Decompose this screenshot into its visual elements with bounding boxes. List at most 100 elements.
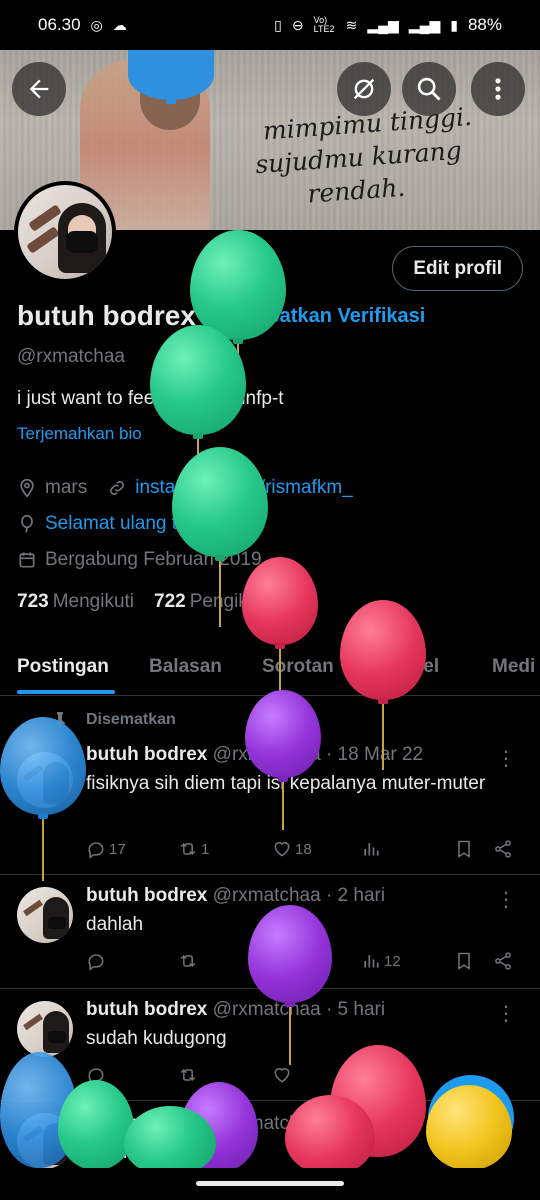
bookmark-button[interactable] [454, 839, 474, 859]
tab-posts[interactable]: Postingan [17, 656, 109, 678]
joined-date: Bergabung Februari 2019 [45, 549, 262, 570]
tweet-meta: @rxmatchaa · 2 hari [212, 885, 386, 906]
bookmark-button[interactable] [454, 951, 474, 971]
tweet-author-name[interactable]: butuh bodrex [86, 744, 207, 765]
tweet-meta: @rxmatchaa · 18 Mar 22 [212, 744, 424, 765]
reply-icon [88, 842, 104, 859]
like-button[interactable]: 18 [272, 839, 312, 859]
profile-avatar[interactable] [14, 181, 116, 283]
calendar-icon [19, 552, 35, 568]
retweet-button[interactable]: 1 [178, 839, 209, 859]
views-count: 12 [384, 952, 401, 970]
tweet-pinned[interactable]: butuh bodrex @rxmatchaa · 18 Mar 22 ⋮ fi… [0, 697, 540, 875]
tweet-more-icon[interactable]: ⋮ [496, 1001, 516, 1026]
tweet-avatar[interactable] [17, 752, 73, 808]
like-button[interactable] [272, 1065, 292, 1085]
heart-icon [274, 842, 290, 857]
signal-2-icon: ▂▄▆ [408, 16, 441, 33]
tweet-author-name[interactable]: butuh bodrex [86, 885, 207, 906]
tab-articles[interactable]: Artikel [380, 656, 439, 678]
tweet-actions: 12 [86, 951, 526, 977]
reply-icon [88, 954, 104, 971]
verified-badge-icon[interactable] [206, 303, 232, 329]
followers-count: 722 [154, 591, 186, 612]
vibrate-icon: ▯ [274, 16, 282, 33]
wifi-icon: ≋ [345, 16, 358, 33]
views-button[interactable]: 12 [361, 951, 401, 971]
tweet-text: untung udh crush [86, 1142, 233, 1163]
bookmark-icon [458, 840, 470, 858]
profile-bio: i just want to feel better 💥infp-t [17, 388, 284, 409]
tweet-more-icon[interactable]: ⋮ [496, 746, 516, 771]
meta-row-joined: Bergabung Februari 2019 [17, 549, 262, 571]
reply-button[interactable] [86, 951, 106, 971]
followers-link[interactable]: 722 Pengikut [154, 591, 264, 613]
home-indicator[interactable] [196, 1181, 344, 1186]
display-name: butuh bodrex [17, 300, 196, 331]
more-options-button[interactable] [471, 62, 525, 116]
tweet-avatar[interactable] [17, 887, 73, 943]
balloon-icon [21, 514, 33, 533]
following-link[interactable]: 723 Mengikuti [17, 591, 134, 613]
tweet-text: sudah kudugong [86, 1028, 227, 1049]
meta-row-location: mars instagram.com/rismafkm_ [17, 477, 353, 499]
tab-media[interactable]: Medi [492, 656, 535, 678]
name-row: butuh bodrex Dapatkan Verifikasi [17, 300, 425, 332]
tweet-more-icon[interactable]: ⋮ [496, 887, 516, 912]
meta-row-birthday: Selamat ulang tahun! [17, 513, 225, 535]
status-time: 06.30 [38, 15, 81, 34]
more-vertical-icon [495, 78, 501, 100]
following-count: 723 [17, 591, 49, 612]
signal-icon: ▂▄▆ [367, 16, 399, 33]
heart-icon [274, 954, 290, 969]
tweet-actions: 17 1 18 [86, 839, 526, 865]
profile-website-link[interactable]: instagram.com/rismafkm_ [135, 477, 353, 499]
share-button[interactable] [493, 839, 513, 859]
compose-button[interactable]: + [428, 1075, 514, 1161]
tab-highlights[interactable]: Sorotan [262, 656, 334, 678]
tab-replies[interactable]: Balasan [149, 656, 222, 678]
retweet-button[interactable] [178, 1065, 198, 1085]
retweet-button[interactable] [178, 951, 198, 971]
link-icon [110, 481, 125, 495]
status-right: ▯ ⊖ Vo) LTE2 ≋ ▂▄▆ ▂▄▆ ▮ 88% [274, 15, 502, 35]
tweet-author-name[interactable]: butuh bodrex [86, 999, 207, 1020]
views-icon [364, 955, 379, 968]
edit-profile-button[interactable]: Edit profil [392, 246, 523, 291]
do-not-disturb-icon: ⊖ [291, 16, 304, 33]
pin-icon [55, 712, 65, 729]
retweet-icon [180, 1068, 196, 1082]
profile-tabs: Postingan Balasan Sorotan Artikel Medi [0, 640, 540, 696]
active-tab-indicator [17, 690, 115, 694]
reply-button[interactable] [86, 1065, 106, 1085]
followers-label: Pengikut [189, 591, 264, 612]
retweet-count: 1 [201, 840, 210, 858]
tweet-avatar[interactable] [17, 1113, 73, 1169]
share-button[interactable] [493, 951, 513, 971]
like-button[interactable] [272, 951, 292, 971]
battery-percent: 88% [467, 15, 502, 34]
tweet-author-name[interactable]: butuh bodrex [86, 1113, 207, 1134]
retweet-icon [180, 954, 196, 968]
tweet-text: dahlah [86, 914, 144, 935]
tweet-item[interactable]: butuh bodrex @rxmatchaa · 2 hari ⋮ dahla… [0, 875, 540, 989]
share-icon [495, 840, 511, 858]
views-button[interactable] [361, 839, 384, 859]
back-button[interactable] [12, 62, 66, 116]
reply-icon [88, 1068, 104, 1085]
birthday-link[interactable]: Selamat ulang tahun! [45, 513, 225, 535]
retweet-icon [180, 842, 196, 856]
tweet-text: fisiknya sih diem tapi isi kepalanya mut… [86, 773, 486, 794]
get-verified-link[interactable]: Dapatkan Verifikasi [242, 305, 425, 328]
reply-button[interactable]: 17 [86, 839, 126, 859]
network-label: Vo) LTE2 [313, 15, 335, 34]
battery-icon: ▮ [450, 16, 458, 33]
grok-button[interactable] [337, 62, 391, 116]
views-button[interactable]: 8 [361, 1065, 392, 1085]
banner-figure-head [140, 50, 200, 130]
translate-bio-link[interactable]: Terjemahkan bio [17, 424, 142, 444]
tweet-avatar[interactable] [17, 1001, 73, 1057]
bookmark-icon [458, 952, 470, 970]
search-button[interactable] [402, 62, 456, 116]
location-pin-icon [20, 478, 34, 498]
